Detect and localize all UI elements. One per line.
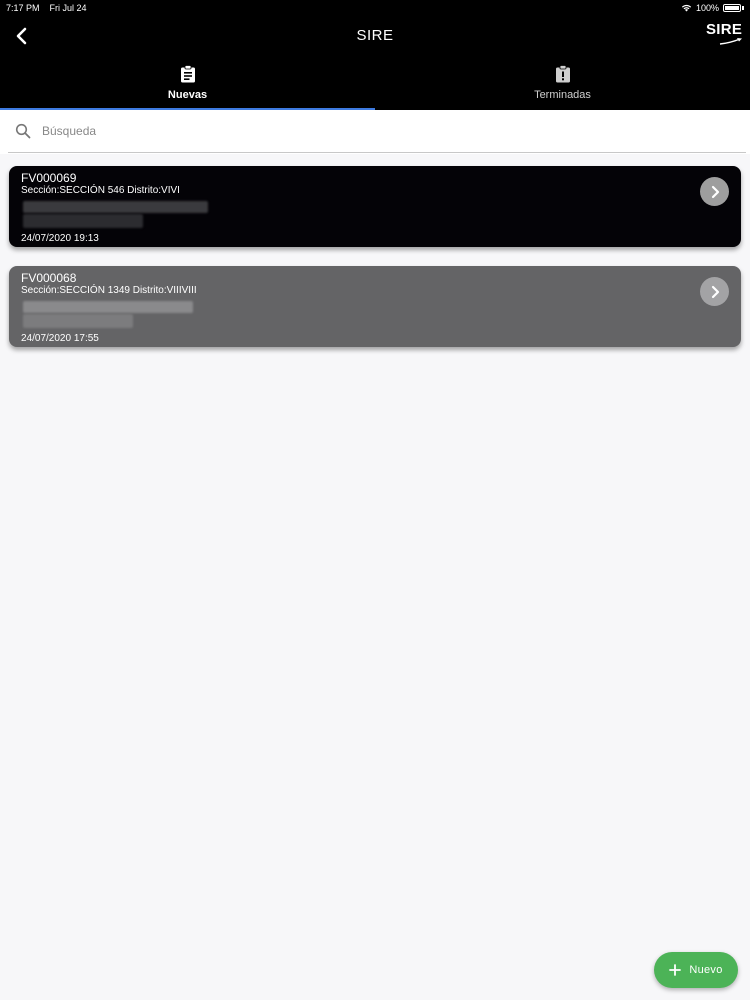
item-date: 24/07/2020 17:55 (21, 333, 99, 344)
item-code: FV000069 (21, 171, 77, 185)
new-button[interactable]: Nuevo (654, 952, 738, 988)
status-bar: 7:17 PM Fri Jul 24 100% (0, 0, 750, 16)
status-date: Fri Jul 24 (49, 3, 87, 13)
logo-swoosh-icon (719, 38, 742, 45)
search-container (8, 110, 746, 153)
chevron-right-icon (711, 285, 719, 298)
tab-label: Nuevas (167, 89, 208, 101)
clipboard-list-icon (180, 65, 195, 83)
item-date: 24/07/2020 19:13 (21, 233, 99, 244)
battery-percent: 100% (695, 3, 719, 13)
tab-nuevas[interactable]: Nuevas (0, 56, 375, 110)
item-code: FV000068 (21, 271, 77, 285)
tab-bar: Nuevas Terminadas (0, 56, 750, 110)
redacted-text (21, 199, 729, 231)
status-time: 7:17 PM (6, 3, 40, 13)
page-title: SIRE (356, 27, 394, 44)
tab-label: Terminadas (534, 89, 591, 101)
chevron-right-icon (711, 185, 719, 198)
search-bar (0, 110, 750, 154)
item-section: Sección:SECCIÓN 546 Distrito:VIVI (21, 185, 180, 196)
open-item-button[interactable] (700, 277, 729, 306)
search-input[interactable] (42, 124, 642, 138)
battery-icon (723, 4, 741, 12)
list-item[interactable]: FV000069 Sección:SECCIÓN 546 Distrito:VI… (9, 166, 741, 247)
plus-icon (669, 964, 682, 976)
battery-tip (742, 6, 744, 10)
clipboard-alert-icon (555, 65, 570, 83)
search-icon (15, 123, 31, 139)
tab-terminadas[interactable]: Terminadas (375, 56, 750, 110)
sire-logo: SIRE (706, 22, 746, 48)
redacted-text (21, 299, 729, 331)
wifi-icon (681, 4, 692, 12)
logo-text: SIRE (706, 21, 743, 38)
new-button-label: Nuevo (689, 964, 723, 976)
item-section: Sección:SECCIÓN 1349 Distrito:VIIIVIII (21, 285, 197, 296)
open-item-button[interactable] (700, 177, 729, 206)
app-header: SIRE SIRE (0, 16, 750, 56)
list-item[interactable]: FV000068 Sección:SECCIÓN 1349 Distrito:V… (9, 266, 741, 347)
